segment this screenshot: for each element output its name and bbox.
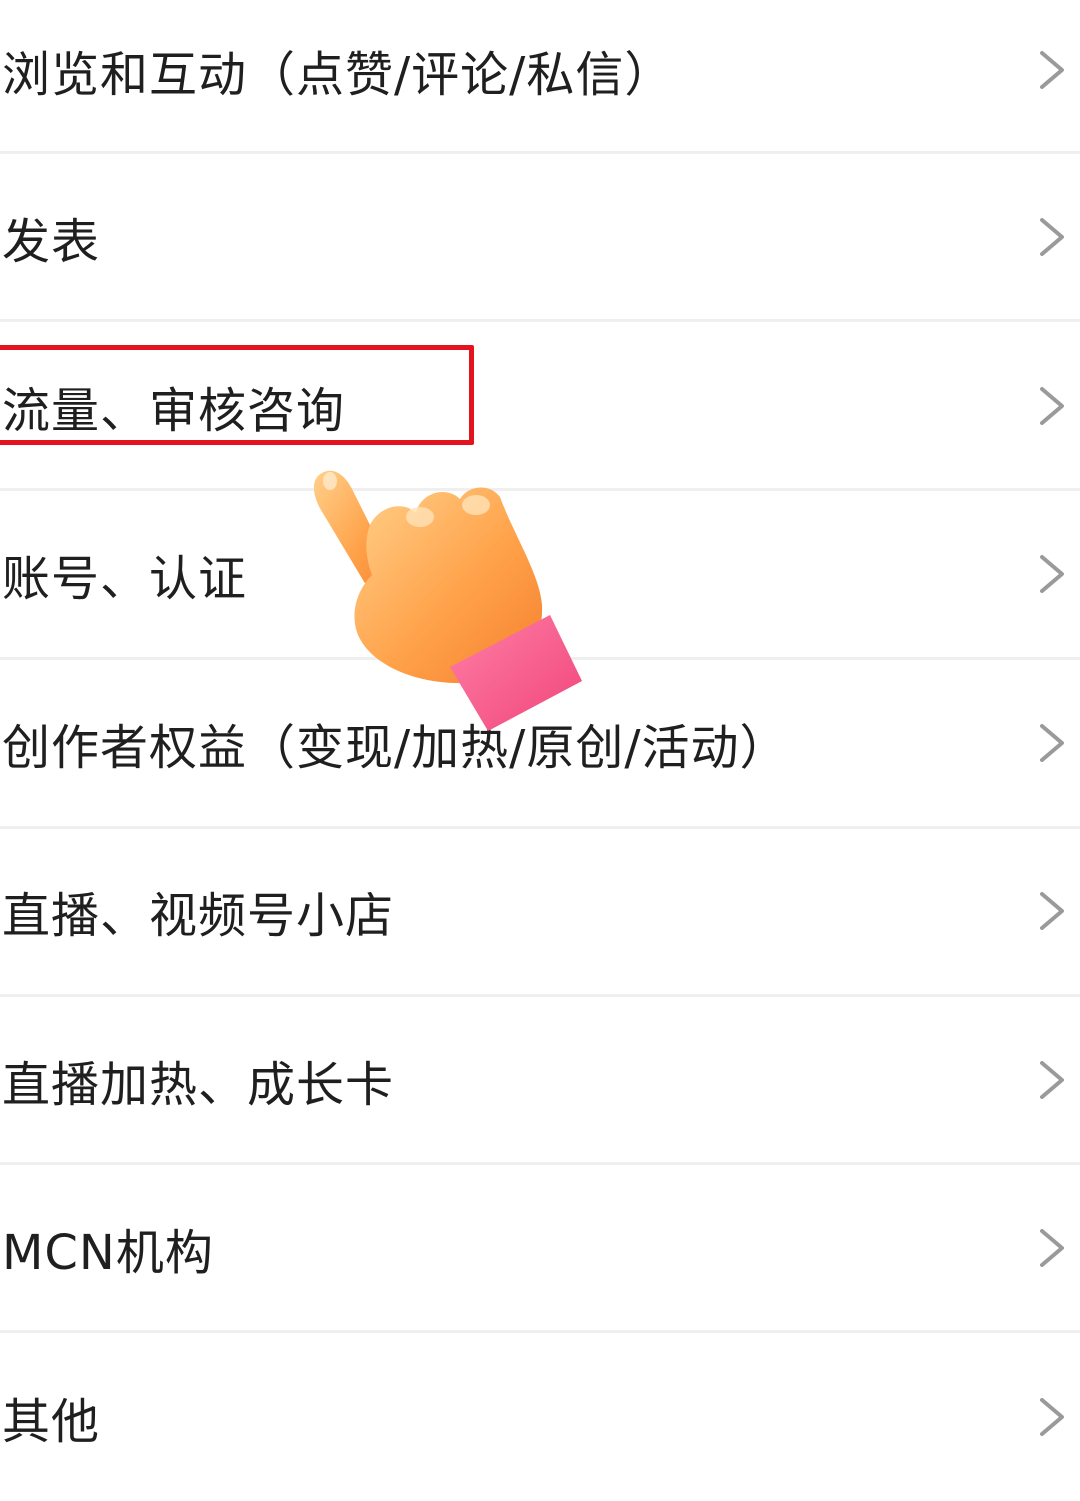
menu-item-browse-interact[interactable]: 浏览和互动（点赞/评论/私信） [0,0,1080,154]
chevron-right-icon [1040,218,1064,256]
menu-item-label: 直播、视频号小店 [2,888,395,944]
menu-item-other[interactable]: 其他 [0,1333,1080,1501]
chevron-right-icon [1040,724,1064,762]
menu-item-mcn[interactable]: MCN机构 [0,1164,1080,1332]
menu-item-label: 其他 [2,1394,101,1450]
menu-item-live-boost[interactable]: 直播加热、成长卡 [0,996,1080,1164]
chevron-right-icon [1040,555,1064,593]
menu-item-label: 发表 [2,214,101,270]
chevron-right-icon [1040,51,1064,89]
menu-item-publish[interactable]: 发表 [0,153,1080,321]
menu-item-label: 直播加热、成长卡 [2,1057,395,1113]
chevron-right-icon [1040,892,1064,930]
highlight-box [0,345,474,445]
pointing-hand-icon [313,470,582,731]
menu-item-label: 浏览和互动（点赞/评论/私信） [2,47,674,103]
menu-item-label: MCN机构 [2,1225,214,1281]
chevron-right-icon [1040,1229,1064,1267]
chevron-right-icon [1040,1061,1064,1099]
chevron-right-icon [1040,387,1064,425]
menu-item-live-shop[interactable]: 直播、视频号小店 [0,827,1080,995]
chevron-right-icon [1040,1398,1064,1436]
menu-item-label: 账号、认证 [2,551,248,607]
